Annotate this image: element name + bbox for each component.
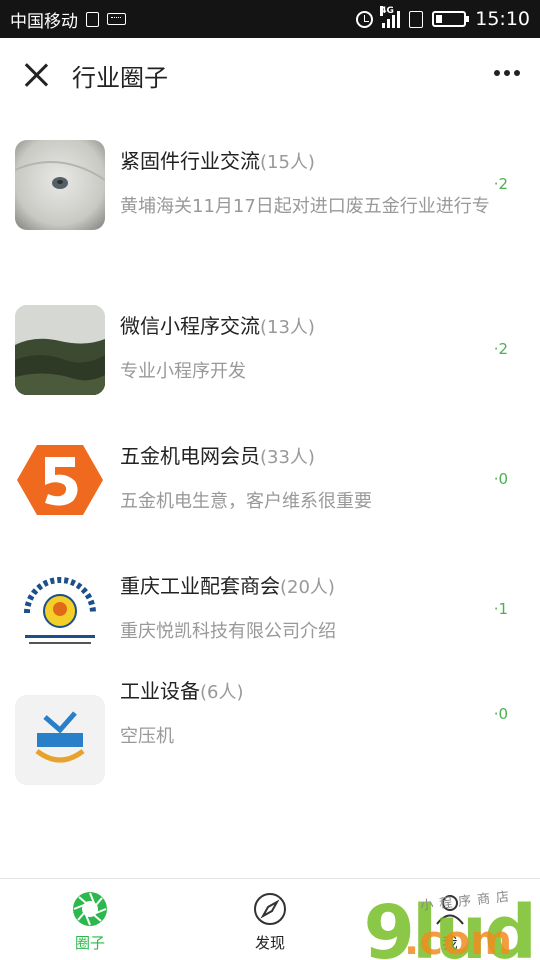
aperture-icon [72,891,108,927]
unread-badge: ·1 [493,600,508,618]
network-label: 4G [380,6,394,16]
member-count: (13人) [260,317,315,338]
group-name: 紧固件行业交流 [120,149,260,173]
group-avatar-chamber [15,565,105,655]
person-icon [432,891,468,927]
unread-badge: ·0 [493,470,508,488]
list-item[interactable]: 紧固件行业交流(15人) 黄埔海关11月17日起对进口废五金行业进行专 ·2 [0,112,540,277]
tab-me[interactable]: 我 [400,879,500,960]
group-name-row: 微信小程序交流(13人) [120,310,315,339]
member-count: (6人) [200,682,244,703]
close-icon[interactable] [24,63,48,87]
tab-discover[interactable]: 发现 [220,879,320,960]
member-count: (15人) [260,152,315,173]
unread-badge: ·2 [493,175,508,193]
tab-label: 发现 [254,934,285,952]
sim-icon [409,10,424,28]
list-item[interactable]: 重庆工业配套商会(20人) 重庆悦凯科技有限公司介绍 ·1 [0,537,540,667]
group-name: 工业设备 [120,679,200,703]
group-name-row: 紧固件行业交流(15人) [120,145,315,174]
group-avatar-hardware [15,435,105,525]
member-count: (33人) [260,447,315,468]
group-name: 重庆工业配套商会 [120,574,280,598]
signal-icon: 4G [380,6,401,28]
tab-label: 我 [442,934,458,952]
group-avatar-equipment [15,695,105,785]
unread-badge: ·2 [493,340,508,358]
list-item[interactable]: 微信小程序交流(13人) 专业小程序开发 ·2 [0,277,540,407]
compass-icon [252,891,288,927]
more-icon[interactable] [494,70,520,76]
page-header: 行业圈子 [0,38,540,112]
group-description: 五金机电生意，客户维系很重要 [120,491,372,512]
carrier-label: 中国移动 [10,11,78,32]
group-name: 五金机电网会员 [120,444,260,468]
group-name-row: 工业设备(6人) [120,675,244,704]
group-description: 专业小程序开发 [120,361,246,382]
notification-icon [86,11,99,27]
tab-bar: 圈子 发现 我 [0,878,540,960]
page-title: 行业圈子 [72,64,168,92]
tab-label: 圈子 [74,934,105,952]
group-name: 微信小程序交流 [120,314,260,338]
alarm-icon [356,10,374,28]
battery-icon [432,11,470,27]
group-avatar-fastener [15,140,105,230]
keyboard-icon [107,13,126,25]
list-item[interactable]: 五金机电网会员(33人) 五金机电生意，客户维系很重要 ·0 [0,407,540,537]
tab-circle[interactable]: 圈子 [40,879,140,960]
unread-badge: ·0 [493,705,508,723]
group-name-row: 重庆工业配套商会(20人) [120,570,335,599]
group-description: 黄埔海关11月17日起对进口废五金行业进行专 [120,196,490,217]
status-time: 15:10 [475,8,530,30]
list-item[interactable]: 工业设备(6人) 空压机 ·0 [0,667,540,797]
status-bar: 中国移动 4G 15:10 [0,0,540,38]
group-description: 空压机 [120,726,174,747]
group-name-row: 五金机电网会员(33人) [120,440,315,469]
group-avatar-miniprogram [15,305,105,395]
group-description: 重庆悦凯科技有限公司介绍 [120,621,336,642]
member-count: (20人) [280,577,335,598]
